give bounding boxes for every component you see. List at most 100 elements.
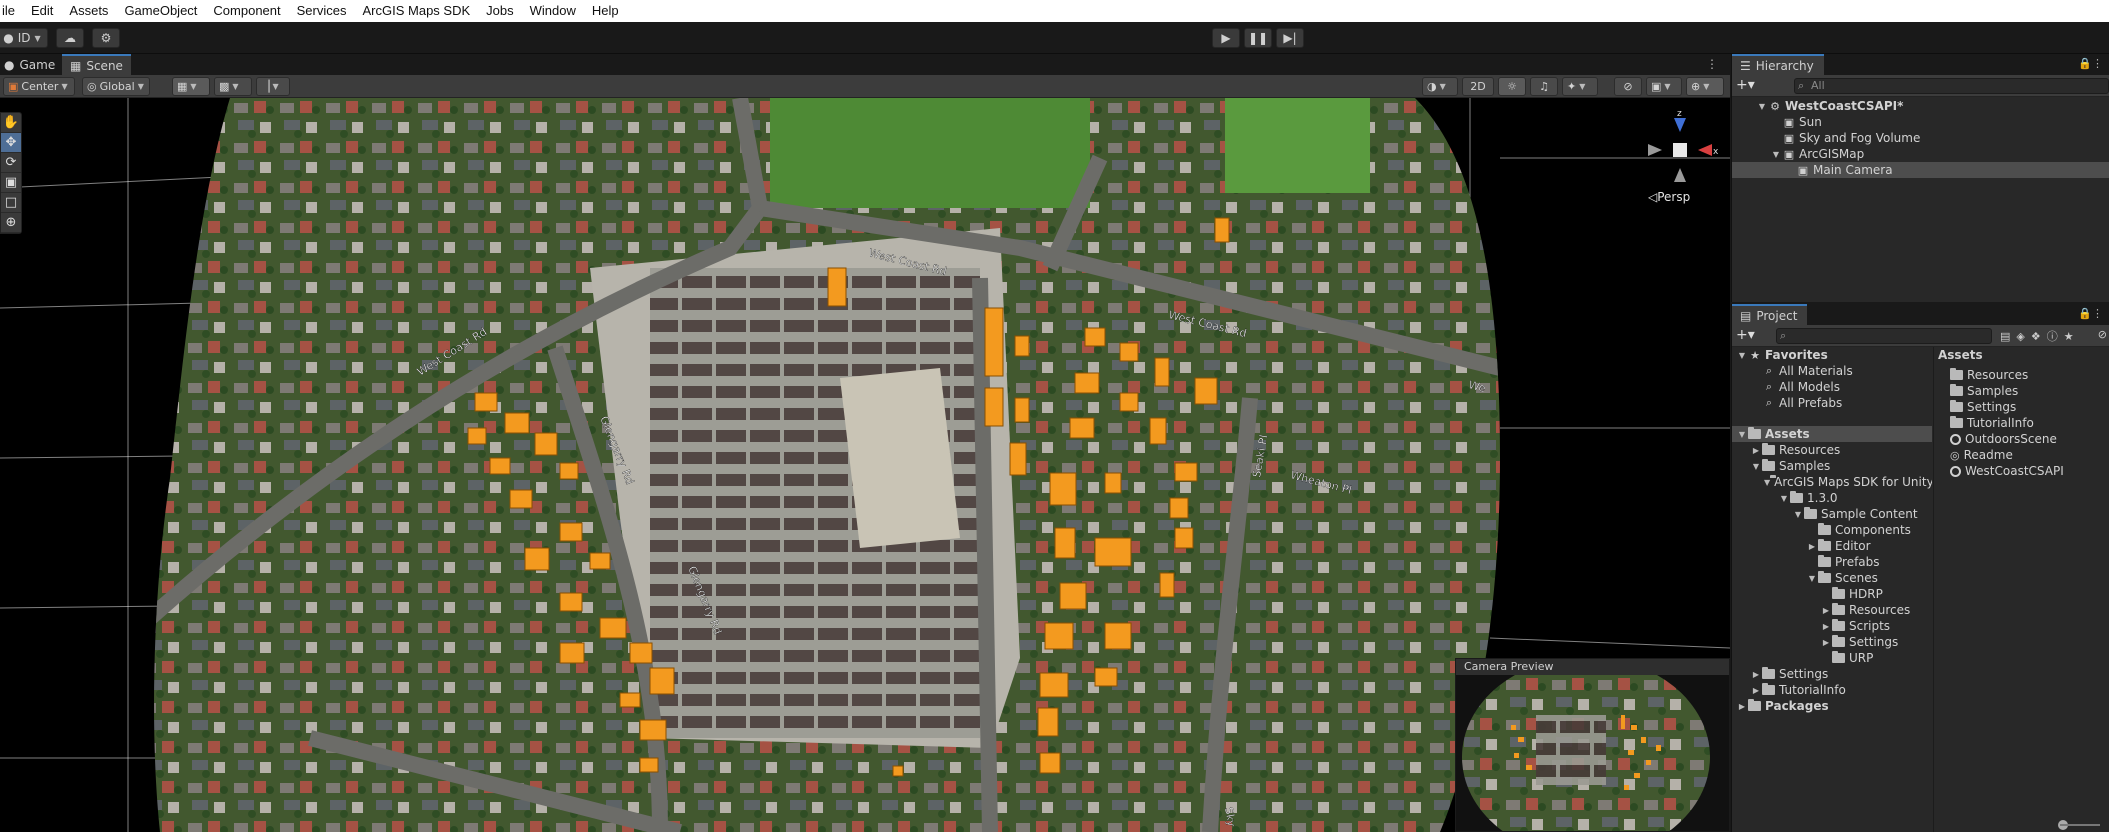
camera-dropdown[interactable]: ▣ ▼ bbox=[1646, 77, 1682, 96]
effects-dropdown[interactable]: ✦ ▼ bbox=[1562, 77, 1598, 96]
project-folder-item[interactable]: ▼ Scenes bbox=[1732, 570, 1932, 586]
expand-arrow-icon[interactable]: ▼ bbox=[1756, 102, 1768, 111]
project-folder-item[interactable]: ▶ Packages bbox=[1732, 698, 1932, 714]
orientation-gizmo[interactable]: z x bbox=[1640, 110, 1720, 190]
hierarchy-search-input[interactable]: All bbox=[1794, 78, 2109, 94]
hierarchy-item[interactable]: ▼ ▣ ArcGISMap bbox=[1732, 146, 2109, 162]
play-button[interactable]: ▶ bbox=[1212, 28, 1240, 48]
project-folder-item[interactable]: ▼ Assets bbox=[1732, 426, 1932, 442]
asset-item[interactable]: Resources bbox=[1950, 367, 2028, 383]
project-folder-item[interactable]: URP bbox=[1732, 650, 1932, 666]
increment-snap-toggle[interactable]: ▕ ▼ bbox=[256, 77, 290, 96]
asset-item[interactable]: Samples bbox=[1950, 383, 2018, 399]
tab-game[interactable]: ● Game bbox=[0, 54, 63, 75]
project-filter-icons[interactable]: ▤◈❖ⓘ★ bbox=[2000, 328, 2080, 344]
gizmo-center-cube[interactable] bbox=[1673, 143, 1687, 157]
collapse-arrow-icon[interactable]: ▶ bbox=[1750, 446, 1762, 455]
settings-button[interactable]: ⚙ bbox=[92, 28, 120, 48]
tab-project[interactable]: ▤ Project bbox=[1732, 304, 1808, 325]
step-button[interactable]: ▶| bbox=[1276, 28, 1304, 48]
menu-item[interactable]: GameObject bbox=[116, 0, 205, 22]
expand-arrow-icon[interactable]: ▼ bbox=[1736, 351, 1748, 360]
expand-arrow-icon[interactable]: ▼ bbox=[1736, 430, 1748, 439]
grid-snap-toggle[interactable]: ▩ ▼ bbox=[214, 77, 252, 96]
project-folder-item[interactable]: ▶ Resources bbox=[1732, 602, 1932, 618]
hierarchy-item[interactable]: ▣ Sun bbox=[1732, 114, 2109, 130]
project-folder-item[interactable]: ▼ ArcGIS Maps SDK for Unity bbox=[1732, 474, 1932, 490]
project-folder-item[interactable]: Components bbox=[1732, 522, 1932, 538]
menu-item[interactable]: Jobs bbox=[478, 0, 521, 22]
favorites-header[interactable]: ▼ ★ Favorites bbox=[1732, 347, 1932, 363]
rect-tool-icon[interactable]: □ bbox=[1, 193, 21, 213]
more-options-icon[interactable]: ⋮ bbox=[1706, 57, 1718, 71]
asset-item[interactable]: TutorialInfo bbox=[1950, 415, 2034, 431]
menu-item[interactable]: Help bbox=[584, 0, 627, 22]
asset-item[interactable]: WestCoastCSAPI bbox=[1950, 463, 2064, 479]
2d-toggle[interactable]: 2D bbox=[1462, 77, 1494, 96]
collapse-arrow-icon[interactable]: ▶ bbox=[1736, 702, 1748, 711]
pause-button[interactable]: ❚❚ bbox=[1244, 28, 1272, 48]
asset-item[interactable]: Settings bbox=[1950, 399, 2016, 415]
collapse-arrow-icon[interactable]: ▶ bbox=[1750, 670, 1762, 679]
hierarchy-item[interactable]: ▣ Sky and Fog Volume bbox=[1732, 130, 2109, 146]
favorite-item[interactable]: ⌕ All Prefabs bbox=[1732, 395, 1932, 411]
project-folder-item[interactable]: ▼ Samples bbox=[1732, 458, 1932, 474]
menu-item[interactable]: Assets bbox=[61, 0, 116, 22]
gizmos-dropdown[interactable]: ⊕ ▼ bbox=[1686, 77, 1724, 96]
transform-tool-icon[interactable]: ⊕ bbox=[1, 213, 21, 233]
expand-arrow-icon[interactable]: ▼ bbox=[1750, 462, 1762, 471]
asset-item[interactable]: OutdoorsScene bbox=[1950, 431, 2057, 447]
expand-arrow-icon[interactable]: ▼ bbox=[1778, 494, 1790, 503]
visibility-icon[interactable]: ⊘ bbox=[2098, 328, 2107, 341]
project-folder-item[interactable]: Prefabs bbox=[1732, 554, 1932, 570]
move-tool-icon[interactable]: ✥ bbox=[1, 133, 21, 153]
menu-item[interactable]: Component bbox=[205, 0, 288, 22]
create-button[interactable]: +▾ bbox=[1736, 327, 1755, 343]
zoom-slider-track[interactable] bbox=[2060, 824, 2100, 826]
menu-item[interactable]: ile bbox=[0, 0, 23, 22]
project-folder-item[interactable]: ▼ 1.3.0 bbox=[1732, 490, 1932, 506]
projection-label[interactable]: ◁Persp bbox=[1648, 190, 1690, 204]
audio-toggle[interactable]: ♫ bbox=[1530, 77, 1558, 96]
hidden-objects-toggle[interactable]: ⊘ bbox=[1614, 77, 1642, 96]
favorite-item[interactable]: ⌕ All Materials bbox=[1732, 363, 1932, 379]
tab-hierarchy[interactable]: ☰ Hierarchy bbox=[1732, 54, 1824, 75]
collapse-arrow-icon[interactable]: ▶ bbox=[1820, 622, 1832, 631]
lighting-toggle[interactable]: ☼ bbox=[1498, 77, 1526, 96]
scale-tool-icon[interactable]: ▣ bbox=[1, 173, 21, 193]
z-axis-cone[interactable] bbox=[1674, 118, 1686, 132]
project-search-input[interactable] bbox=[1776, 328, 1992, 344]
project-folder-item[interactable]: ▶ Settings bbox=[1732, 634, 1932, 650]
expand-arrow-icon[interactable]: ▼ bbox=[1764, 478, 1770, 487]
grid-visibility-toggle[interactable]: ▦ ▼ bbox=[172, 77, 210, 96]
project-folder-item[interactable]: ▶ TutorialInfo bbox=[1732, 682, 1932, 698]
expand-arrow-icon[interactable]: ▼ bbox=[1770, 150, 1782, 159]
asset-item[interactable]: ◎ Readme bbox=[1950, 447, 2013, 463]
neg-x-axis-cone[interactable] bbox=[1648, 144, 1662, 156]
draw-mode-dropdown[interactable]: ◑ ▼ bbox=[1422, 77, 1458, 96]
scene-viewport[interactable]: West Coast Rd West Coast Rd West Coast R… bbox=[0, 98, 1730, 832]
lock-icon[interactable]: 🔒⋮ bbox=[2078, 307, 2103, 320]
hierarchy-item[interactable]: ▣ Main Camera bbox=[1732, 162, 2109, 178]
project-folder-item[interactable]: ▶ Scripts bbox=[1732, 618, 1932, 634]
tab-scene[interactable]: ▦ Scene bbox=[62, 54, 131, 75]
collapse-arrow-icon[interactable]: ▶ bbox=[1820, 638, 1832, 647]
lock-icon[interactable]: 🔒⋮ bbox=[2078, 57, 2103, 70]
account-dropdown[interactable]: ● ID ▼ bbox=[0, 28, 48, 48]
collapse-arrow-icon[interactable]: ▶ bbox=[1750, 686, 1762, 695]
expand-arrow-icon[interactable]: ▼ bbox=[1806, 574, 1818, 583]
favorite-item[interactable]: ⌕ All Models bbox=[1732, 379, 1932, 395]
project-folder-item[interactable]: HDRP bbox=[1732, 586, 1932, 602]
cloud-button[interactable]: ☁ bbox=[56, 28, 84, 48]
hierarchy-item[interactable]: ▼ ⚙ WestCoastCSAPI* bbox=[1732, 98, 2109, 114]
menu-item[interactable]: Window bbox=[522, 0, 584, 22]
hand-tool-icon[interactable]: ✋ bbox=[1, 113, 21, 133]
project-folder-item[interactable]: ▶ Editor bbox=[1732, 538, 1932, 554]
pivot-dropdown[interactable]: ▣ Center ▼ bbox=[3, 77, 75, 96]
project-folder-item[interactable]: ▶ Settings bbox=[1732, 666, 1932, 682]
expand-arrow-icon[interactable]: ▼ bbox=[1792, 510, 1804, 519]
project-folder-item[interactable]: ▶ Resources bbox=[1732, 442, 1932, 458]
x-axis-cone[interactable] bbox=[1698, 144, 1712, 156]
menu-item[interactable]: ArcGIS Maps SDK bbox=[355, 0, 479, 22]
menu-item[interactable]: Services bbox=[289, 0, 355, 22]
